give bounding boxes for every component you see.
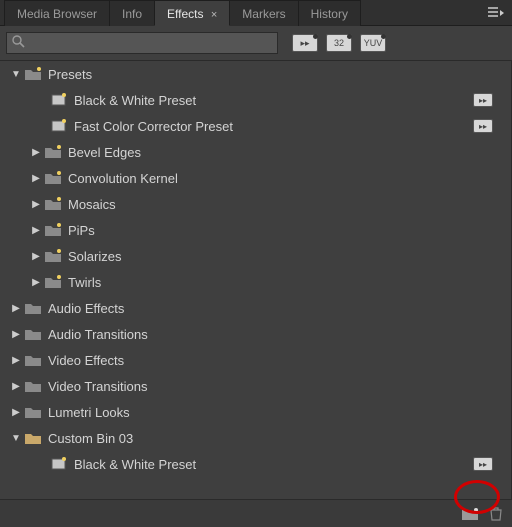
folder-icon <box>44 249 62 263</box>
effects-tree[interactable]: ▼ Presets Black & White Preset ▸▸ Fast C… <box>0 61 512 499</box>
folder-label: Lumetri Looks <box>48 405 130 420</box>
preset-icon <box>50 93 68 107</box>
folder-icon <box>24 379 42 393</box>
folder-label: Audio Effects <box>48 301 124 316</box>
folder-label: Presets <box>48 67 92 82</box>
folder-icon <box>24 67 42 81</box>
preset-black-white-2[interactable]: Black & White Preset ▸▸ <box>0 451 511 477</box>
disclosure-closed-icon: ▶ <box>30 199 42 210</box>
disclosure-open-icon: ▼ <box>10 433 22 444</box>
folder-label: Convolution Kernel <box>68 171 178 186</box>
folder-icon <box>44 171 62 185</box>
preset-fast-color-corrector[interactable]: Fast Color Corrector Preset ▸▸ <box>0 113 511 139</box>
search-row: ▸▸ 32 YUV <box>0 26 512 61</box>
folder-lumetri-looks[interactable]: ▶ Lumetri Looks <box>0 399 511 425</box>
disclosure-closed-icon: ▶ <box>30 251 42 262</box>
folder-label: Twirls <box>68 275 101 290</box>
disclosure-closed-icon: ▶ <box>30 277 42 288</box>
disclosure-closed-icon: ▶ <box>30 147 42 158</box>
folder-pips[interactable]: ▶ PiPs <box>0 217 511 243</box>
folder-icon <box>24 301 42 315</box>
preset-label: Black & White Preset <box>74 93 196 108</box>
new-custom-bin-button[interactable] <box>460 505 480 523</box>
disclosure-closed-icon: ▶ <box>10 355 22 366</box>
folder-label: Mosaics <box>68 197 116 212</box>
folder-icon <box>24 405 42 419</box>
preset-icon <box>50 119 68 133</box>
panel-tabbar: Media Browser Info Effects × Markers His… <box>0 0 512 26</box>
disclosure-closed-icon: ▶ <box>10 303 22 314</box>
folder-audio-effects[interactable]: ▶ Audio Effects <box>0 295 511 321</box>
search-input[interactable] <box>6 32 278 54</box>
folder-icon <box>24 353 42 367</box>
folder-icon <box>24 327 42 341</box>
folder-icon <box>24 431 42 445</box>
yuv-filter-label: YUV <box>364 38 383 48</box>
folder-twirls[interactable]: ▶ Twirls <box>0 269 511 295</box>
folder-video-transitions[interactable]: ▶ Video Transitions <box>0 373 511 399</box>
tab-effects-label: Effects <box>167 7 203 21</box>
tab-info[interactable]: Info <box>109 0 155 26</box>
disclosure-open-icon: ▼ <box>10 69 22 80</box>
accelerated-badge-icon: ▸▸ <box>473 119 493 133</box>
folder-label: Custom Bin 03 <box>48 431 133 446</box>
preset-black-white[interactable]: Black & White Preset ▸▸ <box>0 87 511 113</box>
accelerated-badge-icon: ▸▸ <box>473 93 493 107</box>
disclosure-closed-icon: ▶ <box>10 407 22 418</box>
folder-solarizes[interactable]: ▶ Solarizes <box>0 243 511 269</box>
preset-label: Black & White Preset <box>74 457 196 472</box>
close-icon[interactable]: × <box>211 9 217 21</box>
folder-custom-bin-03[interactable]: ▼ Custom Bin 03 <box>0 425 511 451</box>
folder-icon <box>44 275 62 289</box>
tab-effects[interactable]: Effects × <box>154 0 230 26</box>
panel-footer <box>0 499 512 527</box>
filter-badges: ▸▸ 32 YUV <box>292 34 386 52</box>
tab-media-browser[interactable]: Media Browser <box>4 0 110 26</box>
folder-label: Video Effects <box>48 353 124 368</box>
disclosure-closed-icon: ▶ <box>10 381 22 392</box>
folder-label: Bevel Edges <box>68 145 141 160</box>
folder-icon <box>44 197 62 211</box>
delete-button[interactable] <box>486 505 506 523</box>
search-wrap <box>6 32 278 54</box>
disclosure-closed-icon: ▶ <box>10 329 22 340</box>
disclosure-closed-icon: ▶ <box>30 225 42 236</box>
panel-menu-button[interactable] <box>486 5 506 21</box>
32bit-filter[interactable]: 32 <box>326 34 352 52</box>
32bit-filter-label: 32 <box>334 38 344 48</box>
accelerated-badge-icon: ▸▸ <box>473 457 493 471</box>
tab-history[interactable]: History <box>298 0 361 26</box>
folder-label: Audio Transitions <box>48 327 148 342</box>
folder-label: Video Transitions <box>48 379 148 394</box>
accelerated-filter-label: ▸▸ <box>300 38 309 49</box>
preset-icon <box>50 457 68 471</box>
preset-label: Fast Color Corrector Preset <box>74 119 233 134</box>
folder-video-effects[interactable]: ▶ Video Effects <box>0 347 511 373</box>
disclosure-closed-icon: ▶ <box>30 173 42 184</box>
folder-convolution-kernel[interactable]: ▶ Convolution Kernel <box>0 165 511 191</box>
folder-icon <box>44 145 62 159</box>
folder-audio-transitions[interactable]: ▶ Audio Transitions <box>0 321 511 347</box>
folder-bevel-edges[interactable]: ▶ Bevel Edges <box>0 139 511 165</box>
yuv-filter[interactable]: YUV <box>360 34 386 52</box>
folder-label: Solarizes <box>68 249 121 264</box>
folder-mosaics[interactable]: ▶ Mosaics <box>0 191 511 217</box>
folder-icon <box>44 223 62 237</box>
accelerated-effects-filter[interactable]: ▸▸ <box>292 34 318 52</box>
tab-markers[interactable]: Markers <box>229 0 298 26</box>
folder-presets[interactable]: ▼ Presets <box>0 61 511 87</box>
folder-label: PiPs <box>68 223 95 238</box>
